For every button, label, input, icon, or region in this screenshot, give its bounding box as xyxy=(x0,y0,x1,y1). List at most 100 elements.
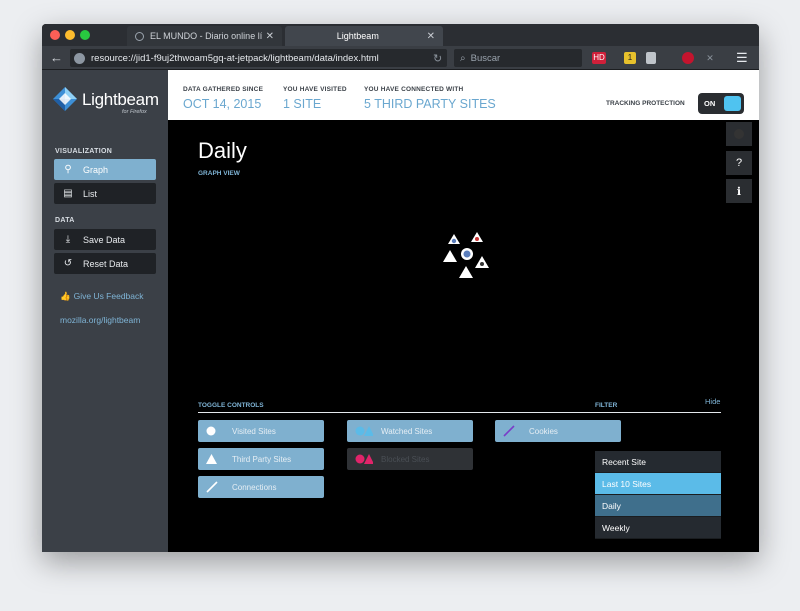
toggle-label: Visited Sites xyxy=(232,426,276,436)
search-icon: ⌕ xyxy=(460,52,466,64)
list-view-button[interactable]: ▤ List xyxy=(54,183,156,204)
question-icon: ? xyxy=(735,157,743,169)
notification-badge-icon[interactable]: 1 xyxy=(624,52,636,64)
search-bar[interactable]: ⌕ Buscar xyxy=(454,49,582,67)
tab-lightbeam[interactable]: Lightbeam ✕ xyxy=(285,26,443,46)
toggle-third-party-sites[interactable]: Third Party Sites xyxy=(198,448,324,470)
close-window-button[interactable] xyxy=(50,30,60,40)
toggle-connections[interactable]: Connections xyxy=(198,476,324,498)
graph-view-button[interactable]: ⚲ Graph xyxy=(54,159,156,180)
close-tab-icon[interactable]: ✕ xyxy=(266,31,274,42)
thumbs-up-icon: 👍 xyxy=(60,291,71,301)
logo-text: Lightbeam xyxy=(82,90,159,109)
cookie-line-icon xyxy=(503,425,521,437)
stats-header: DATA GATHERED SINCE OCT 14, 2015 YOU HAV… xyxy=(168,70,759,120)
toggle-blocked-sites[interactable]: Blocked Sites xyxy=(347,448,473,470)
stat-third-party: YOU HAVE CONNECTED WITH 5 THIRD PARTY SI… xyxy=(364,86,496,111)
hamburger-menu-icon[interactable]: ☰ xyxy=(736,51,750,65)
list-icon: ▤ xyxy=(63,188,73,199)
toggle-label: Watched Sites xyxy=(381,426,433,436)
stat-data-gathered: DATA GATHERED SINCE OCT 14, 2015 xyxy=(183,86,263,111)
toggle-cookies[interactable]: Cookies xyxy=(495,420,621,442)
stat-label: DATA GATHERED SINCE xyxy=(183,86,264,93)
toggle-watched-sites[interactable]: Watched Sites xyxy=(347,420,473,442)
main-panel: Daily GRAPH VIEW ? ℹ TOGGLE CONTROLS FIL… xyxy=(168,120,759,552)
globe-icon xyxy=(135,31,144,41)
back-button[interactable]: ← xyxy=(50,50,66,66)
info-icon: ℹ xyxy=(736,185,742,198)
reset-data-label: Reset Data xyxy=(83,258,129,269)
filter-option-daily[interactable]: Daily xyxy=(595,495,721,517)
feedback-link[interactable]: 👍 Give Us Feedback xyxy=(60,291,144,302)
graph-icon: ⚲ xyxy=(64,164,72,175)
reset-data-button[interactable]: ↺ Reset Data xyxy=(54,253,156,274)
nav-bar: ← resource://jid1-f9uj2thwoam5gq-at-jetp… xyxy=(42,46,759,70)
stat-label: YOU HAVE VISITED xyxy=(283,86,347,93)
stat-value: 1 SITE xyxy=(283,97,322,111)
feedback-label: Give Us Feedback xyxy=(73,291,144,301)
view-subtitle: GRAPH VIEW xyxy=(198,170,240,177)
filter-label: FILTER xyxy=(595,402,618,409)
line-icon xyxy=(206,481,224,493)
hd-extension-icon[interactable]: HD xyxy=(592,52,606,64)
stat-value: OCT 14, 2015 xyxy=(183,97,262,111)
tracking-protection-toggle[interactable]: ON xyxy=(698,93,744,114)
tab-label: EL MUNDO - Diario online lí... xyxy=(150,31,262,41)
reload-icon[interactable]: ↻ xyxy=(433,52,447,65)
toggle-label: Blocked Sites xyxy=(381,454,430,464)
save-icon: ⤓ xyxy=(65,234,71,245)
data-section-label: DATA xyxy=(55,217,75,224)
connection-graph[interactable] xyxy=(438,232,498,282)
tracking-protection-label: TRACKING PROTECTION xyxy=(606,100,685,107)
filter-option-weekly[interactable]: Weekly xyxy=(595,517,721,539)
visualization-section-label: VISUALIZATION xyxy=(55,148,113,155)
url-bar[interactable]: resource://jid1-f9uj2thwoam5gq-at-jetpac… xyxy=(70,49,447,67)
logo-subtitle: for Firefox xyxy=(122,109,147,115)
clipboard-icon[interactable] xyxy=(646,52,656,64)
list-view-label: List xyxy=(83,188,98,199)
mozilla-lightbeam-link[interactable]: mozilla.org/lightbeam xyxy=(60,315,140,325)
toggle-visited-sites[interactable]: Visited Sites xyxy=(198,420,324,442)
tab-label: Lightbeam xyxy=(336,31,379,41)
ublock-icon[interactable] xyxy=(682,52,694,64)
lightbeam-logo: Lightbeam for Firefox xyxy=(50,84,162,124)
tab-el-mundo[interactable]: EL MUNDO - Diario online lí... ✕ xyxy=(127,26,282,46)
site-identity-icon[interactable] xyxy=(74,52,85,64)
stat-value: 5 THIRD PARTY SITES xyxy=(364,97,496,111)
toggle-label: Connections xyxy=(232,482,277,492)
toggle-state: ON xyxy=(704,99,716,108)
tab-bar: EL MUNDO - Diario online lí... ✕ Lightbe… xyxy=(42,24,759,46)
browser-window: EL MUNDO - Diario online lí... ✕ Lightbe… xyxy=(42,24,759,552)
record-button[interactable] xyxy=(726,122,752,146)
stat-sites-visited: YOU HAVE VISITED 1 SITE xyxy=(283,86,347,111)
third-party-node xyxy=(443,250,457,262)
zoom-window-button[interactable] xyxy=(80,30,90,40)
triangle-icon xyxy=(206,454,224,464)
circle-icon xyxy=(206,426,224,436)
save-data-label: Save Data xyxy=(83,234,126,245)
third-party-node xyxy=(459,266,473,278)
graph-view-label: Graph xyxy=(83,164,109,175)
url-text: resource://jid1-f9uj2thwoam5gq-at-jetpac… xyxy=(91,52,379,64)
toggle-knob xyxy=(724,96,741,111)
help-button[interactable]: ? xyxy=(726,151,752,175)
controls-divider xyxy=(198,412,721,413)
watched-icon xyxy=(355,426,373,436)
dot-icon xyxy=(734,129,744,139)
stat-label: YOU HAVE CONNECTED WITH xyxy=(364,86,464,93)
save-data-button[interactable]: ⤓ Save Data xyxy=(54,229,156,250)
minimize-window-button[interactable] xyxy=(65,30,75,40)
toggle-label: Cookies xyxy=(529,426,558,436)
info-button[interactable]: ℹ xyxy=(726,179,752,203)
close-tab-icon[interactable]: ✕ xyxy=(427,31,435,42)
extension-icon[interactable]: ✕ xyxy=(704,52,716,64)
hide-controls-link[interactable]: Hide xyxy=(705,397,720,406)
toggle-label: Third Party Sites xyxy=(232,454,292,464)
filter-option-last-10-sites[interactable]: Last 10 Sites xyxy=(595,473,721,495)
view-title: Daily xyxy=(198,138,247,163)
lightbeam-diamond-icon xyxy=(53,87,77,111)
toggle-controls-label: TOGGLE CONTROLS xyxy=(198,402,264,409)
sidebar: Lightbeam for Firefox VISUALIZATION ⚲ Gr… xyxy=(42,70,168,552)
filter-dropdown[interactable]: Recent Site Last 10 Sites Daily Weekly xyxy=(595,451,721,539)
filter-option-recent-site[interactable]: Recent Site xyxy=(595,451,721,473)
